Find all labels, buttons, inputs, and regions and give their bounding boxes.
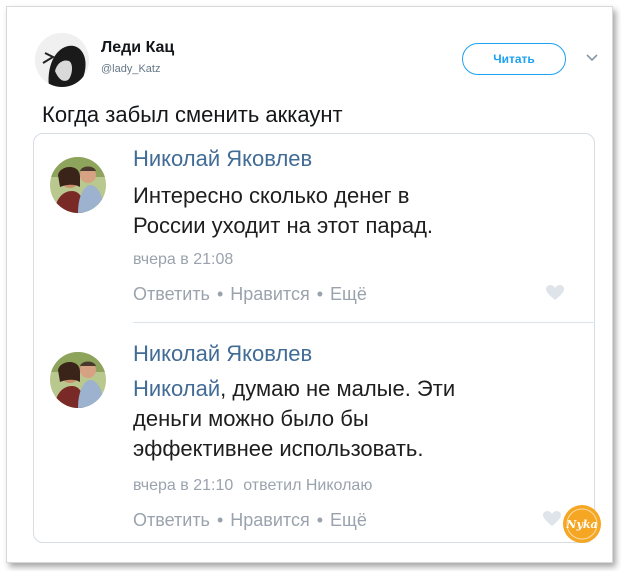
more-button[interactable]: Ещё: [330, 510, 367, 530]
comment-line: Николай, думаю не малые. Эти: [133, 374, 553, 404]
comment-time[interactable]: вчера в 21:08: [133, 251, 233, 268]
comment-divider: [133, 322, 595, 323]
separator-dot: •: [216, 284, 224, 304]
comment-line: деньги можно было бы: [133, 406, 369, 431]
author-name[interactable]: Леди Кац: [101, 39, 174, 57]
comment-time[interactable]: вчера в 21:10: [133, 477, 233, 494]
reply-button[interactable]: Ответить: [133, 510, 210, 530]
comment-line: эффективнее использовать.: [133, 436, 424, 461]
comment-line: России уходит на этот парад.: [133, 213, 434, 238]
separator-dot: •: [316, 510, 324, 530]
comment-actions: Ответить • Нравится • Ещё: [133, 510, 367, 531]
separator-dot: •: [216, 510, 224, 530]
chevron-down-icon[interactable]: [585, 51, 599, 65]
like-button[interactable]: Нравится: [230, 284, 309, 304]
more-button[interactable]: Ещё: [330, 284, 367, 304]
commenter-avatar[interactable]: [50, 352, 106, 408]
reply-button[interactable]: Ответить: [133, 284, 210, 304]
author-avatar[interactable]: [35, 33, 89, 87]
separator-dot: •: [316, 284, 324, 304]
author-handle[interactable]: @lady_Katz: [101, 63, 160, 75]
watermark-badge: Nyka: [562, 504, 602, 544]
heart-icon[interactable]: [542, 510, 562, 528]
comment-text: Николай, думаю не малые. Эти деньги можн…: [133, 374, 553, 464]
reply-to-link[interactable]: ответил Николаю: [243, 477, 372, 494]
tweet-text: Когда забыл сменить аккаунт: [42, 102, 343, 127]
commenter-name[interactable]: Николай Яковлев: [133, 341, 312, 367]
commenter-name[interactable]: Николай Яковлев: [133, 146, 312, 172]
comment-meta: вчера в 21:10 ответил Николаю: [133, 477, 372, 495]
comment-line-rest: , думаю не малые. Эти: [220, 376, 456, 401]
comment-meta: вчера в 21:08: [133, 251, 233, 269]
comment-line: Интересно сколько денег в: [133, 183, 410, 208]
comment-text: Интересно сколько денег в России уходит …: [133, 181, 553, 241]
follow-button[interactable]: Читать: [462, 43, 566, 75]
like-button[interactable]: Нравится: [230, 510, 309, 530]
commenter-avatar[interactable]: [50, 157, 106, 213]
comment-actions: Ответить • Нравится • Ещё: [133, 284, 367, 305]
heart-icon[interactable]: [545, 284, 565, 302]
mention-link[interactable]: Николай: [133, 376, 220, 401]
watermark-text: Nyka: [565, 518, 597, 531]
